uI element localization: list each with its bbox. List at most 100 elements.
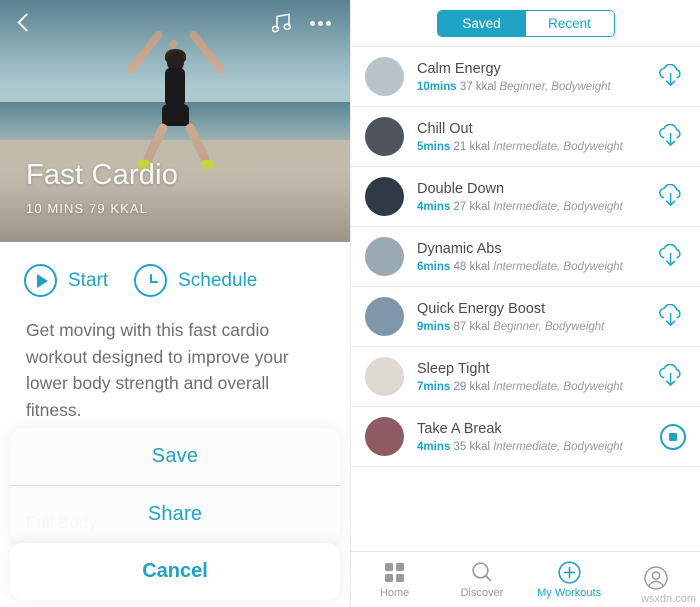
workout-list: Calm Energy 10mins 37 kkal Beginner, Body…	[351, 46, 700, 467]
back-chevron-icon[interactable]	[14, 12, 36, 34]
person-icon	[613, 566, 700, 590]
workout-text: Sleep Tight 7mins 29 kkal Intermediate, B…	[417, 361, 656, 393]
workout-meta: 4mins 27 kkal Intermediate, Bodyweight	[417, 201, 656, 213]
workout-text: Calm Energy 10mins 37 kkal Beginner, Body…	[417, 61, 656, 93]
workout-text: Chill Out 5mins 21 kkal Intermediate, Bod…	[417, 121, 656, 153]
workout-calories: 48 kkal	[453, 260, 490, 273]
workout-duration: 9mins	[417, 320, 451, 333]
save-button[interactable]: Save	[10, 428, 340, 485]
workout-detail-screen: Fast Cardio 10 MINS 79 KKAL Start Schedu…	[0, 0, 350, 607]
download-icon[interactable]	[656, 123, 686, 150]
segmented-control-wrap: Saved Recent	[351, 0, 700, 46]
workout-title: Chill Out	[417, 120, 473, 137]
workout-meta: 4mins 35 kkal Intermediate, Bodyweight	[417, 441, 660, 453]
workout-title: Double Down	[417, 180, 505, 197]
workout-meta: 10mins 37 kkal Beginner, Bodyweight	[417, 81, 656, 93]
workout-tags: Intermediate, Bodyweight	[493, 440, 623, 453]
tab-saved[interactable]: Saved	[437, 11, 526, 36]
workout-title: Sleep Tight	[417, 360, 490, 377]
workout-calories: 87 kkal	[453, 320, 490, 333]
music-note-icon[interactable]	[271, 12, 292, 34]
workout-duration: 5mins	[417, 140, 451, 153]
workout-meta: 9mins 87 kkal Beginner, Bodyweight	[417, 321, 656, 333]
workout-text: Take A Break 4mins 35 kkal Intermediate, …	[417, 421, 660, 453]
workout-text: Double Down 4mins 27 kkal Intermediate, B…	[417, 181, 656, 213]
search-icon	[438, 560, 525, 584]
workout-duration: 4mins	[417, 200, 451, 213]
workout-duration: 4mins	[417, 440, 451, 453]
workout-thumbnail	[365, 417, 404, 456]
table-row[interactable]: Sleep Tight 7mins 29 kkal Intermediate, B…	[351, 347, 700, 407]
workout-tags: Intermediate, Bodyweight	[493, 140, 623, 153]
stop-icon[interactable]	[660, 423, 686, 450]
workout-title: Quick Energy Boost	[417, 300, 546, 317]
workout-thumbnail	[365, 237, 404, 276]
table-row[interactable]: Calm Energy 10mins 37 kkal Beginner, Body…	[351, 47, 700, 107]
action-sheet: Save Share	[10, 428, 340, 543]
table-row[interactable]: Quick Energy Boost 9mins 87 kkal Beginner…	[351, 287, 700, 347]
tab-recent[interactable]: Recent	[525, 11, 614, 36]
workout-thumbnail	[365, 57, 404, 96]
workout-thumbnail	[365, 117, 404, 156]
workout-thumbnail	[365, 357, 404, 396]
download-icon[interactable]	[656, 243, 686, 270]
workout-calories: 37 kkal	[459, 80, 497, 93]
play-icon	[24, 264, 57, 297]
cancel-button[interactable]: Cancel	[10, 543, 340, 600]
workout-tags: Beginner, Bodyweight	[493, 320, 605, 333]
detail-actions: Start Schedule	[0, 242, 350, 309]
hero-subtitle: 10 MINS 79 KKAL	[26, 201, 148, 216]
workout-thumbnail	[365, 297, 404, 336]
workout-duration: 6mins	[417, 260, 451, 273]
workout-meta: 5mins 21 kkal Intermediate, Bodyweight	[417, 141, 656, 153]
hero-top-bar	[0, 0, 350, 34]
cancel-sheet: Cancel	[10, 543, 340, 600]
start-button[interactable]: Start	[24, 264, 108, 297]
table-row[interactable]: Chill Out 5mins 21 kkal Intermediate, Bod…	[351, 107, 700, 167]
start-button-label: Start	[68, 269, 109, 291]
clock-icon	[134, 264, 168, 297]
workout-calories: 27 kkal	[453, 200, 490, 213]
page-title: Fast Cardio	[26, 159, 179, 192]
segmented-control: Saved Recent	[436, 10, 615, 37]
workout-duration: 7mins	[417, 380, 451, 393]
music-note-svg	[271, 13, 292, 33]
workout-title: Take A Break	[417, 420, 502, 437]
download-icon[interactable]	[656, 303, 686, 330]
workout-calories: 29 kkal	[453, 380, 490, 393]
schedule-button[interactable]: Schedule	[134, 264, 257, 297]
download-icon[interactable]	[656, 363, 686, 390]
tab-home[interactable]: Home	[351, 560, 438, 599]
schedule-button-label: Schedule	[178, 269, 258, 291]
hero-top-actions	[271, 12, 336, 34]
workout-tags: Beginner, Bodyweight	[499, 80, 611, 93]
workout-title: Calm Energy	[417, 60, 501, 77]
table-row[interactable]: Take A Break 4mins 35 kkal Intermediate, …	[351, 407, 700, 467]
tab-discover-label: Discover	[460, 587, 504, 599]
workout-tags: Intermediate, Bodyweight	[493, 380, 623, 393]
workout-calories: 35 kkal	[453, 440, 490, 453]
share-button[interactable]: Share	[10, 486, 340, 543]
tab-profile[interactable]	[613, 566, 700, 593]
hero-text-block: Fast Cardio 10 MINS 79 KKAL	[26, 159, 179, 216]
workout-calories: 21 kkal	[453, 140, 490, 153]
workout-description: Get moving with this fast cardio workout…	[26, 320, 289, 420]
workout-title: Dynamic Abs	[417, 240, 502, 257]
workout-meta: 6mins 48 kkal Intermediate, Bodyweight	[417, 261, 656, 273]
more-dots-icon[interactable]	[310, 13, 336, 33]
tab-my-workouts[interactable]: My Workouts	[526, 560, 613, 599]
workout-tags: Intermediate, Bodyweight	[493, 200, 623, 213]
table-row[interactable]: Double Down 4mins 27 kkal Intermediate, B…	[351, 167, 700, 227]
workout-meta: 7mins 29 kkal Intermediate, Bodyweight	[417, 381, 656, 393]
download-icon[interactable]	[656, 63, 686, 90]
workout-duration: 10mins	[417, 80, 457, 93]
table-row[interactable]: Dynamic Abs 6mins 48 kkal Intermediate, B…	[351, 227, 700, 287]
workout-text: Dynamic Abs 6mins 48 kkal Intermediate, B…	[417, 241, 656, 273]
grid-icon	[351, 560, 438, 584]
download-icon[interactable]	[656, 183, 686, 210]
tab-discover[interactable]: Discover	[438, 560, 525, 599]
workout-thumbnail	[365, 177, 404, 216]
workout-text: Quick Energy Boost 9mins 87 kkal Beginner…	[417, 301, 656, 333]
my-workouts-screen: Saved Recent Calm Energy 10mins 37 kkal B…	[350, 0, 700, 607]
workout-tags: Intermediate, Bodyweight	[493, 260, 623, 273]
